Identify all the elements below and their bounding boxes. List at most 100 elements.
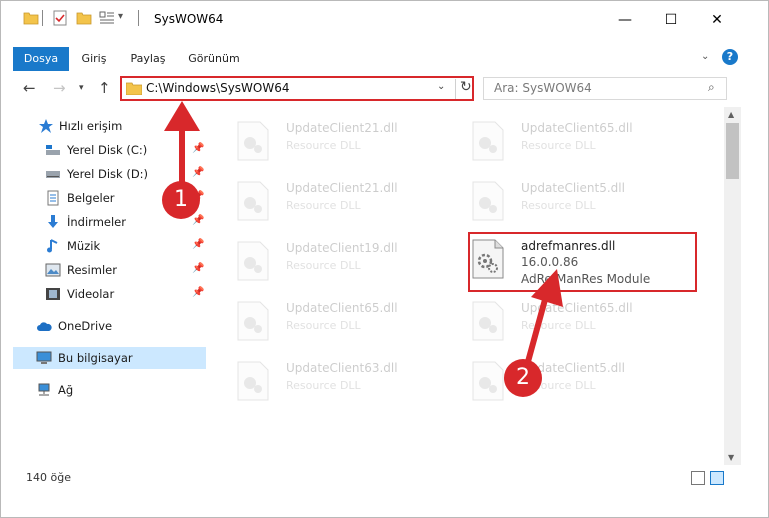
list-item[interactable]: UpdateClient5.dll Resource DLL bbox=[471, 175, 691, 227]
dll-file-icon bbox=[472, 181, 504, 221]
tab-dosya[interactable]: Dosya bbox=[13, 47, 69, 71]
sidebar-label: Resimler bbox=[67, 263, 117, 277]
step-badge-2: 2 bbox=[504, 359, 542, 397]
file-description: Resource DLL bbox=[286, 199, 361, 212]
list-item[interactable]: UpdateClient21.dll Resource DLL bbox=[236, 115, 456, 167]
pin-icon: 📌 bbox=[192, 143, 205, 154]
dll-file-icon bbox=[237, 301, 269, 341]
sidebar-item-quick-access[interactable]: Hızlı erişim bbox=[1, 115, 206, 137]
folder-icon bbox=[126, 82, 142, 95]
file-description: Resource DLL bbox=[286, 319, 361, 332]
sidebar-label: Videolar bbox=[67, 287, 115, 301]
dll-file-icon bbox=[472, 361, 504, 401]
file-description: Resource DLL bbox=[286, 259, 361, 272]
file-name: UpdateClient19.dll bbox=[286, 241, 398, 255]
pictures-icon bbox=[45, 263, 61, 277]
file-description: Resource DLL bbox=[521, 199, 596, 212]
pin-icon: 📌 bbox=[192, 167, 205, 178]
downloads-icon bbox=[48, 215, 58, 228]
list-item[interactable]: UpdateClient65.dll Resource DLL bbox=[471, 115, 691, 167]
title-bar: ▾ SysWOW64 — ☐ ✕ bbox=[1, 1, 768, 37]
step-badge-1: 1 bbox=[162, 181, 200, 219]
search-icon: ⌕ bbox=[708, 80, 715, 94]
cloud-icon bbox=[37, 322, 52, 331]
sidebar-label: Belgeler bbox=[67, 191, 115, 205]
up-button[interactable]: ↑ bbox=[98, 79, 111, 97]
file-name: UpdateClient21.dll bbox=[286, 181, 398, 195]
sidebar-item-onedrive[interactable]: OneDrive bbox=[1, 315, 206, 337]
chevron-down-icon[interactable]: ▾ bbox=[118, 11, 123, 22]
tab-paylas[interactable]: Paylaş bbox=[125, 47, 171, 71]
sidebar-label: Müzik bbox=[67, 239, 101, 253]
file-name: UpdateClient5.dll bbox=[521, 181, 625, 195]
scroll-up-icon[interactable]: ▲ bbox=[728, 110, 734, 119]
address-path[interactable]: C:\Windows\SysWOW64 bbox=[146, 81, 290, 95]
scrollbar-thumb[interactable] bbox=[726, 123, 739, 179]
help-icon[interactable]: ? bbox=[722, 49, 738, 65]
list-item[interactable]: UpdateClient65.dll Resource DLL bbox=[236, 295, 456, 347]
folder-icon[interactable] bbox=[23, 10, 39, 26]
pin-icon: 📌 bbox=[192, 215, 205, 226]
vertical-scrollbar[interactable]: ▲ ▼ bbox=[724, 107, 741, 465]
details-view-icon[interactable] bbox=[691, 471, 705, 485]
tiles-view-icon[interactable] bbox=[710, 471, 724, 485]
window-title: SysWOW64 bbox=[154, 12, 224, 26]
highlight-frame bbox=[468, 232, 697, 292]
view-options-icon[interactable] bbox=[99, 10, 115, 26]
new-folder-icon[interactable] bbox=[76, 10, 92, 26]
search-box[interactable]: Ara: SysWOW64 ⌕ bbox=[483, 77, 727, 100]
status-bar: 140 öğe bbox=[1, 467, 768, 489]
sidebar-item-this-pc[interactable]: Bu bilgisayar bbox=[13, 347, 206, 369]
expand-ribbon-icon[interactable]: ⌄ bbox=[701, 51, 709, 62]
search-input[interactable]: Ara: SysWOW64 bbox=[494, 81, 592, 95]
dll-file-icon bbox=[237, 121, 269, 161]
list-item[interactable]: UpdateClient65.dll Resource DLL bbox=[471, 295, 691, 347]
sidebar-label: Bu bilgisayar bbox=[58, 351, 133, 365]
close-button[interactable]: ✕ bbox=[694, 7, 740, 33]
navigation-pane: Hızlı erişim Yerel Disk (C:) 📌 Yerel Dis… bbox=[1, 111, 211, 461]
network-icon bbox=[38, 383, 50, 396]
file-name: UpdateClient65.dll bbox=[286, 301, 398, 315]
sidebar-item-network[interactable]: Ağ bbox=[1, 379, 206, 401]
music-icon bbox=[47, 239, 58, 253]
file-name: UpdateClient63.dll bbox=[286, 361, 398, 375]
documents-icon bbox=[47, 190, 59, 206]
dll-file-icon bbox=[472, 121, 504, 161]
forward-button[interactable]: → bbox=[53, 79, 66, 97]
pin-icon: 📌 bbox=[192, 263, 205, 274]
separator bbox=[138, 10, 139, 26]
file-name: UpdateClient21.dll bbox=[286, 121, 398, 135]
tab-giris[interactable]: Giriş bbox=[75, 47, 113, 71]
maximize-button[interactable]: ☐ bbox=[648, 7, 694, 33]
minimize-button[interactable]: — bbox=[602, 7, 648, 33]
sidebar-item-muzik[interactable]: Müzik 📌 bbox=[1, 235, 206, 257]
chevron-down-icon[interactable]: ⌄ bbox=[437, 81, 445, 92]
ribbon-tabs: Dosya Giriş Paylaş Görünüm ⌄ bbox=[1, 47, 768, 71]
tab-gorunum[interactable]: Görünüm bbox=[184, 47, 244, 71]
list-item[interactable]: UpdateClient63.dll Resource DLL bbox=[236, 355, 456, 407]
computer-icon bbox=[36, 351, 52, 364]
address-bar[interactable]: C:\Windows\SysWOW64 ⌄ ↻ bbox=[120, 76, 474, 101]
sidebar-item-videolar[interactable]: Videolar 📌 bbox=[1, 283, 206, 305]
properties-icon[interactable] bbox=[52, 10, 68, 26]
list-item[interactable]: UpdateClient21.dll Resource DLL bbox=[236, 175, 456, 227]
videos-icon bbox=[46, 288, 60, 300]
item-count: 140 öğe bbox=[26, 471, 71, 484]
navigation-bar: ← → ▾ ↑ C:\Windows\SysWOW64 ⌄ ↻ Ara: Sys… bbox=[1, 73, 768, 105]
file-description: Resource DLL bbox=[286, 379, 361, 392]
file-name: UpdateClient65.dll bbox=[521, 121, 633, 135]
sidebar-label: OneDrive bbox=[58, 319, 113, 333]
sidebar-item-disk-c[interactable]: Yerel Disk (C:) 📌 bbox=[1, 139, 206, 161]
list-item[interactable]: UpdateClient19.dll Resource DLL bbox=[236, 235, 456, 287]
sidebar-label: Yerel Disk (D:) bbox=[67, 167, 149, 181]
file-explorer-window: ▾ SysWOW64 — ☐ ✕ Dosya Giriş Paylaş Görü… bbox=[0, 0, 769, 518]
file-description: Resource DLL bbox=[286, 139, 361, 152]
sidebar-item-resimler[interactable]: Resimler 📌 bbox=[1, 259, 206, 281]
pin-icon: 📌 bbox=[192, 287, 205, 298]
recent-locations-icon[interactable]: ▾ bbox=[79, 83, 84, 93]
refresh-icon[interactable]: ↻ bbox=[455, 79, 472, 99]
scroll-down-icon[interactable]: ▼ bbox=[728, 453, 734, 462]
dll-file-icon bbox=[237, 361, 269, 401]
dll-file-icon bbox=[237, 181, 269, 221]
back-button[interactable]: ← bbox=[23, 79, 36, 97]
